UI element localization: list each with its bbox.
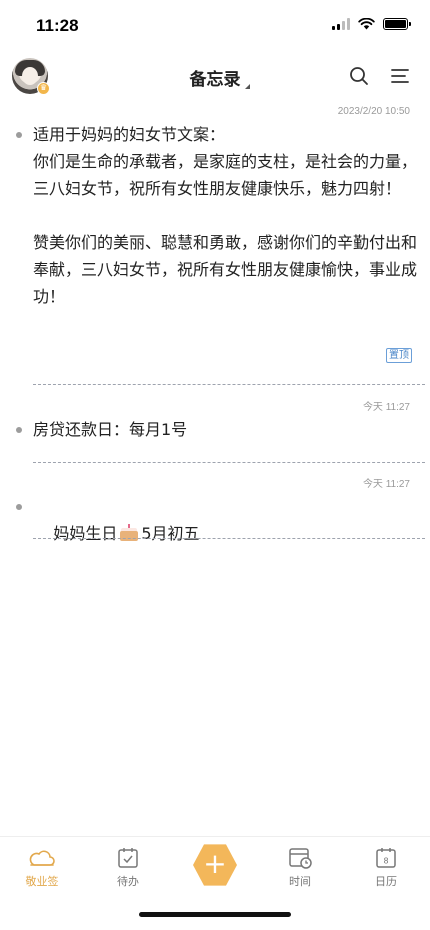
svg-text:8: 8 xyxy=(383,857,388,866)
add-note-button[interactable]: + xyxy=(193,844,237,886)
search-icon[interactable] xyxy=(349,66,369,86)
status-time: 11:28 xyxy=(36,16,79,35)
note-content: 适用于妈妈的妇女节文案： 你们是生命的承载者，是家庭的支柱，是社会的力量，三八妇… xyxy=(33,125,418,306)
note-content: 房贷还款日：每月1号 xyxy=(33,420,188,439)
plus-icon: + xyxy=(203,847,227,880)
tab-time[interactable]: 时间 xyxy=(270,847,330,889)
wifi-icon xyxy=(358,18,375,30)
bottom-tab-bar: 敬业签 待办 + 时间 8 日历 xyxy=(0,836,430,896)
home-indicator xyxy=(139,912,291,917)
status-bar: 11:28 xyxy=(0,0,430,52)
pinned-badge: 置顶 xyxy=(386,348,412,363)
tab-calendar[interactable]: 8 日历 xyxy=(356,847,416,889)
note-divider xyxy=(33,538,425,539)
tab-label: 待办 xyxy=(117,875,139,888)
page-title[interactable]: 备忘录 xyxy=(190,70,241,90)
calendar-clock-icon xyxy=(289,848,312,869)
app-header: ♛ 备忘录 xyxy=(0,52,430,102)
note-item[interactable]: 今天 11:27 房贷还款日：每月1号 xyxy=(0,390,430,470)
calendar-day-icon: 8 xyxy=(376,848,396,868)
note-content-part: 妈妈生日 xyxy=(53,524,118,543)
note-timestamp: 今天 11:27 xyxy=(362,479,410,490)
title-dropdown-caret-icon[interactable] xyxy=(245,84,250,89)
tab-label: 时间 xyxy=(289,875,311,888)
battery-icon xyxy=(383,18,411,30)
note-bullet xyxy=(16,132,22,138)
note-item[interactable]: 今天 11:27 妈妈生日 5月初五 xyxy=(0,470,430,550)
cloud-icon xyxy=(29,850,55,866)
note-bullet xyxy=(16,427,22,433)
note-content: 妈妈生日 5月初五 xyxy=(33,493,417,574)
note-content-part: 5月初五 xyxy=(141,524,200,543)
note-timestamp: 2023/2/20 10:50 xyxy=(337,106,410,117)
cellular-signal-icon xyxy=(332,18,350,30)
note-item[interactable]: 2023/2/20 10:50 适用于妈妈的妇女节文案： 你们是生命的承载者，是… xyxy=(0,100,430,390)
calendar-check-icon xyxy=(118,848,138,868)
status-icons xyxy=(332,18,411,30)
note-divider xyxy=(33,384,425,385)
menu-icon[interactable] xyxy=(391,67,409,85)
note-timestamp: 今天 11:27 xyxy=(362,402,410,413)
tab-todo[interactable]: 待办 xyxy=(98,847,158,889)
tab-label: 敬业签 xyxy=(25,875,59,888)
note-divider xyxy=(33,462,425,463)
tab-label: 日历 xyxy=(375,875,397,888)
note-bullet xyxy=(16,504,22,510)
tab-notes[interactable]: 敬业签 xyxy=(12,847,72,889)
